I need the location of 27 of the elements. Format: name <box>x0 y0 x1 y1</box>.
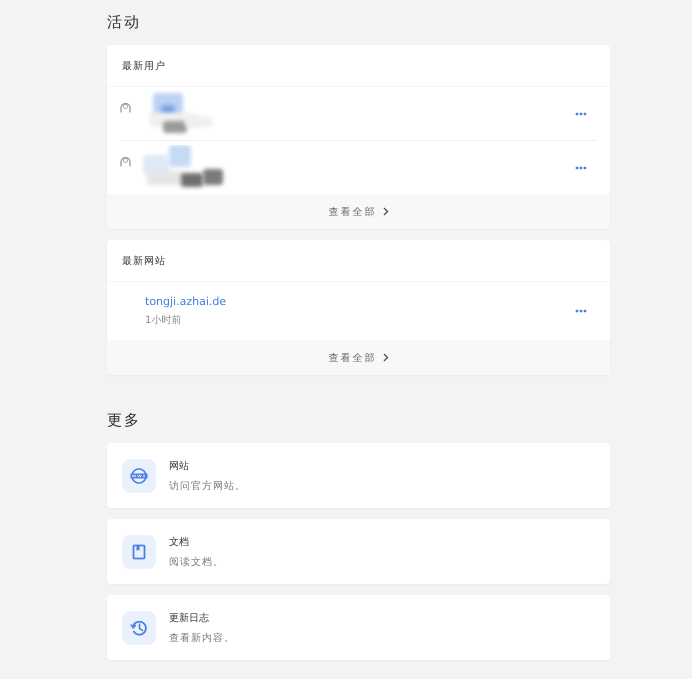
link-card[interactable]: 文档 阅读文档。 <box>107 519 610 584</box>
view-all-button[interactable]: 查看全部 <box>328 202 388 220</box>
chevron-right-icon <box>382 353 388 362</box>
link-card[interactable]: 网站 访问官方网站。 <box>107 443 610 508</box>
link-card[interactable]: 更新日志 查看新内容。 <box>107 595 610 660</box>
section-title: 活动 <box>107 12 141 33</box>
link-description: 阅读文档。 <box>169 556 224 568</box>
link-title: 文档 <box>169 536 189 548</box>
card-title: 最新网站 <box>122 254 166 268</box>
card-title: 最新用户 <box>122 60 166 72</box>
user-avatar-icon <box>120 102 131 113</box>
history-icon <box>122 610 156 644</box>
link-title: 更新日志 <box>169 612 209 624</box>
section-title: 更多 <box>107 410 141 431</box>
chevron-right-icon <box>382 207 388 216</box>
more-icon[interactable] <box>575 166 587 170</box>
globe-icon <box>122 458 156 492</box>
user-avatar-icon <box>120 156 131 167</box>
book-icon <box>122 534 156 568</box>
time-text: 1小时前 <box>145 314 182 327</box>
more-icon[interactable] <box>575 112 587 116</box>
link-description: 访问官方网站。 <box>169 480 246 492</box>
link-description: 查看新内容。 <box>169 632 235 644</box>
more-icon[interactable] <box>575 309 587 313</box>
link-title: 网站 <box>169 460 189 472</box>
view-all-button[interactable]: 查看全部 <box>328 348 388 366</box>
website-link[interactable]: tongji.azhai.de <box>145 295 226 308</box>
